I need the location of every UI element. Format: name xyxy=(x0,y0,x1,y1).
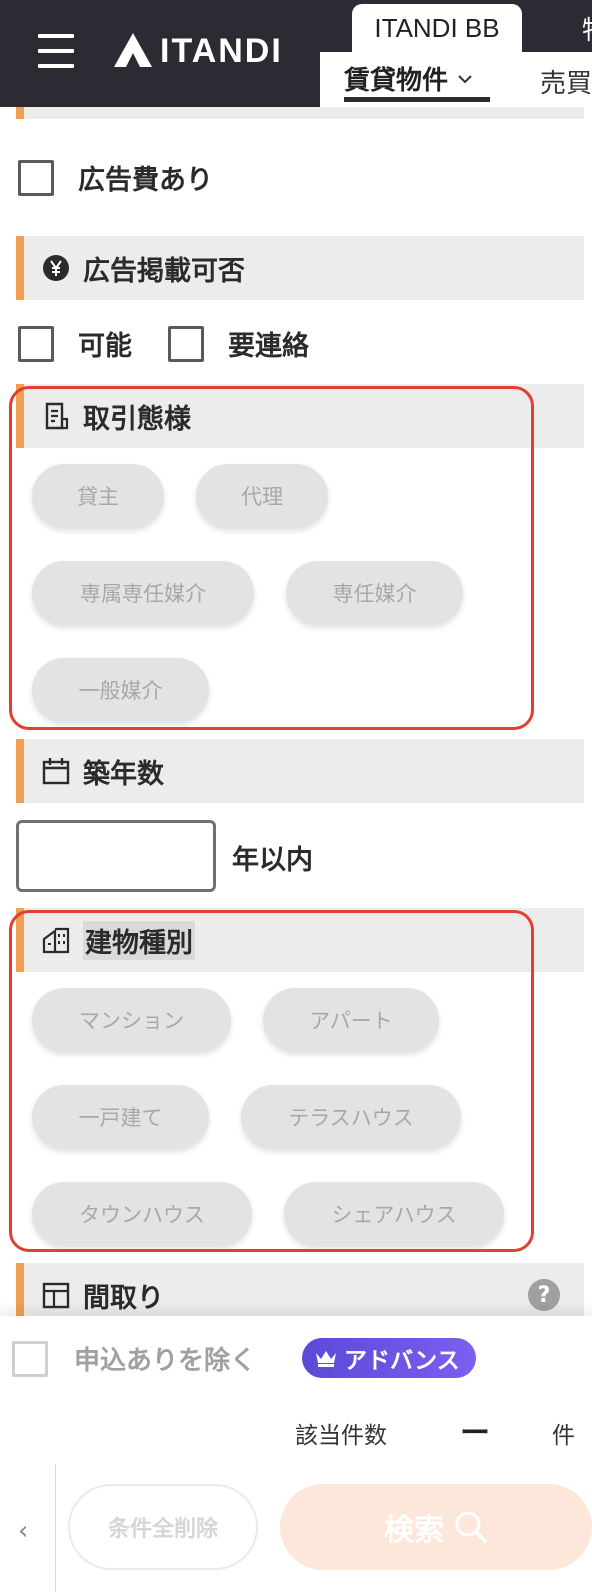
building-age-suffix: 年以内 xyxy=(232,845,313,876)
building-age-input[interactable] xyxy=(16,820,216,892)
result-count-label: 該当件数 xyxy=(295,1423,387,1449)
advance-badge-label: アドバンス xyxy=(344,1348,460,1374)
section-ad-listing: 広告掲載可否 xyxy=(16,236,584,300)
back-chevron-icon[interactable]: ‹ xyxy=(18,1516,28,1546)
pill-terrace-house[interactable]: テラスハウス xyxy=(241,1085,461,1149)
possible-label: 可能 xyxy=(78,331,132,362)
top-tabs: ITANDI BB 物 賃貸物件 売買 xyxy=(320,0,592,107)
yen-icon xyxy=(43,255,69,281)
ad-listing-contact-row[interactable]: 要連絡 xyxy=(168,324,309,363)
crown-icon xyxy=(316,1351,336,1367)
divider xyxy=(55,1464,56,1592)
building-icon xyxy=(42,927,70,954)
app-header: ITANDI ITANDI BB 物 賃貸物件 売買 xyxy=(0,0,592,107)
help-icon[interactable]: ? xyxy=(528,1279,560,1311)
logo-text: ITANDI xyxy=(160,31,283,70)
contact-required-label: 要連絡 xyxy=(228,331,309,362)
pill-detached-house[interactable]: 一戸建て xyxy=(32,1085,209,1149)
exclude-applied-checkbox[interactable] xyxy=(12,1340,48,1377)
search-icon xyxy=(455,1511,487,1543)
subtab-rental[interactable]: 賃貸物件 xyxy=(344,60,490,102)
section-transaction: 取引態様 xyxy=(16,384,584,448)
floorplan-icon xyxy=(42,1282,70,1309)
contact-required-checkbox[interactable] xyxy=(168,325,204,362)
section-title: 建物種別 xyxy=(83,920,195,960)
section-header-partial xyxy=(16,107,584,119)
section-title: 広告掲載可否 xyxy=(83,255,245,287)
result-count-value: ー xyxy=(460,1416,490,1451)
pill-apartment[interactable]: アパート xyxy=(263,988,439,1052)
ad-fee-checkbox[interactable] xyxy=(18,159,54,196)
exclude-applied-row[interactable]: 申込ありを除く xyxy=(12,1340,256,1377)
itandi-logo[interactable]: ITANDI xyxy=(112,30,283,72)
document-icon xyxy=(45,402,69,430)
advance-badge: アドバンス xyxy=(302,1338,476,1378)
clear-all-button[interactable]: 条件全削除 xyxy=(68,1484,258,1570)
pill-general[interactable]: 一般媒介 xyxy=(32,658,209,722)
tab-next[interactable]: 物 xyxy=(560,4,592,52)
exclude-applied-label: 申込ありを除く xyxy=(74,1346,257,1376)
chevron-down-icon xyxy=(458,74,472,83)
pill-town-house[interactable]: タウンハウス xyxy=(32,1182,252,1246)
pill-exclusive[interactable]: 専任媒介 xyxy=(286,561,463,625)
ad-fee-label: 広告費あり xyxy=(78,165,213,196)
tab-itandi-bb[interactable]: ITANDI BB xyxy=(352,4,522,52)
possible-checkbox[interactable] xyxy=(18,325,54,362)
section-title: 築年数 xyxy=(83,758,164,790)
subtab-sale[interactable]: 売買 xyxy=(540,60,592,102)
section-title: 間取り xyxy=(83,1282,164,1314)
bottom-search-panel: 申込ありを除く アドバンス 該当件数 ー 件 ‹ 条件全削除 検索 xyxy=(0,1316,592,1592)
pill-exclusive-dedicated[interactable]: 専属専任媒介 xyxy=(32,561,254,625)
section-building-type: 建物種別 xyxy=(16,908,584,972)
search-button[interactable]: 検索 xyxy=(280,1484,592,1570)
ad-listing-possible-row[interactable]: 可能 xyxy=(18,324,132,363)
section-building-age: 築年数 xyxy=(16,739,584,803)
calendar-icon xyxy=(42,758,70,785)
pill-share-house[interactable]: シェアハウス xyxy=(284,1182,504,1246)
pill-agent[interactable]: 代理 xyxy=(196,464,328,528)
itandi-logo-icon xyxy=(114,33,152,67)
subtab-rental-label: 賃貸物件 xyxy=(344,66,449,96)
result-count-unit: 件 xyxy=(552,1423,575,1449)
menu-icon[interactable] xyxy=(38,34,74,68)
pill-lessor[interactable]: 貸主 xyxy=(32,464,164,528)
section-title: 取引態様 xyxy=(83,403,191,435)
pill-mansion[interactable]: マンション xyxy=(32,988,231,1052)
ad-fee-row[interactable]: 広告費あり xyxy=(18,158,213,197)
search-button-label: 検索 xyxy=(384,1513,444,1548)
